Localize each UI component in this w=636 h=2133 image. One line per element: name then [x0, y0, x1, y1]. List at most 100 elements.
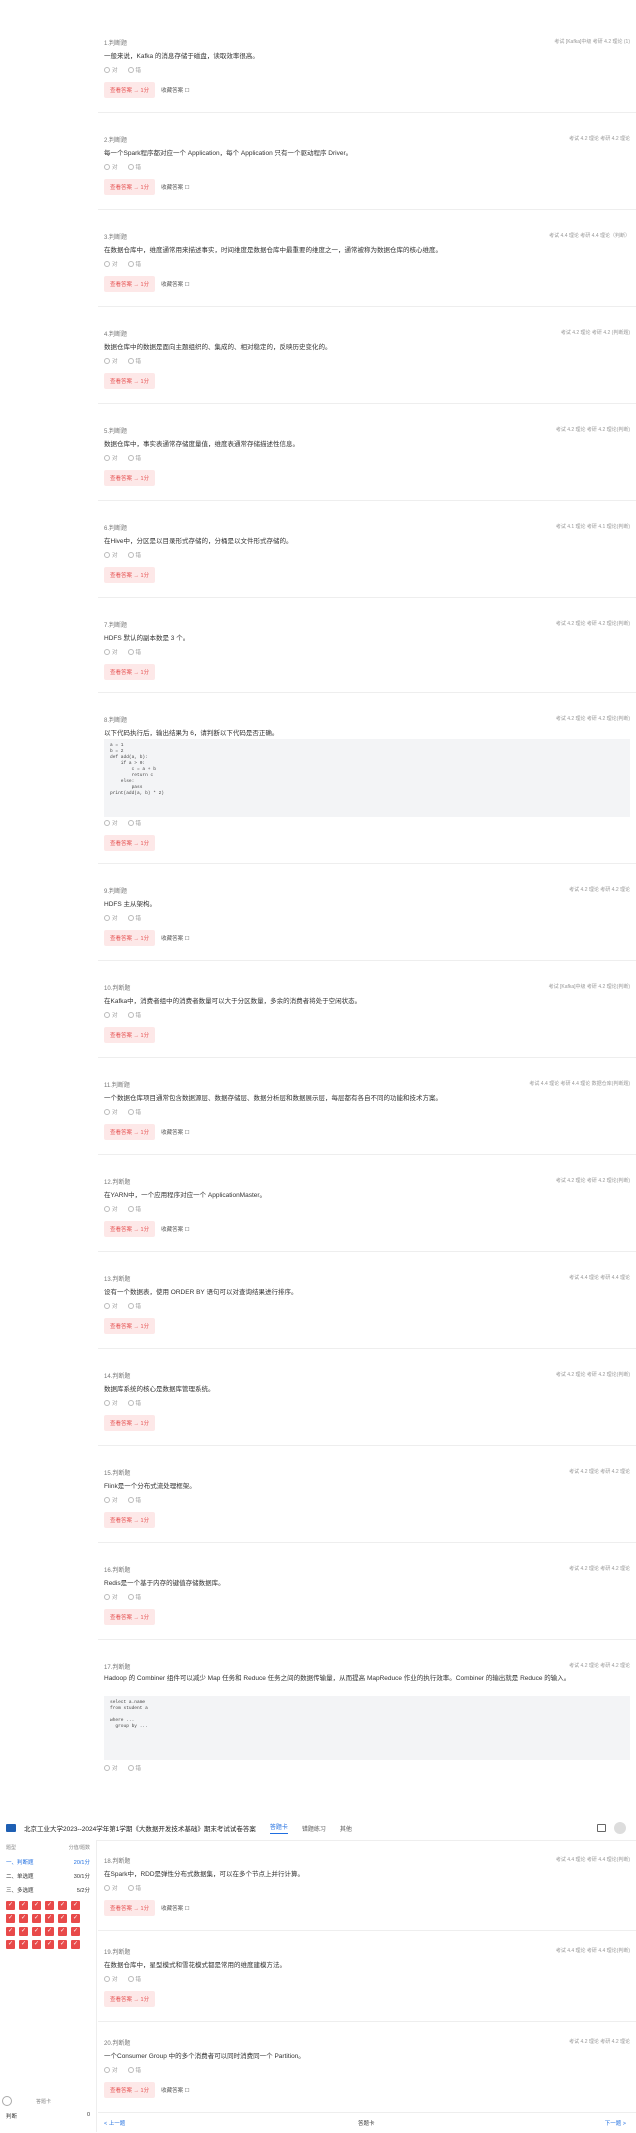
- option-true[interactable]: 对: [104, 819, 118, 827]
- tab-wrong-practice[interactable]: 错题练习: [302, 1824, 326, 1833]
- answer-cell[interactable]: ✓: [19, 1927, 28, 1936]
- prev-question-button[interactable]: < 上一题: [104, 2119, 125, 2127]
- option-true[interactable]: 对: [104, 1108, 118, 1116]
- option-false[interactable]: 错: [127, 1496, 141, 1504]
- answer-cell[interactable]: ✓: [45, 1940, 54, 1949]
- answer-cell[interactable]: ✓: [71, 1927, 80, 1936]
- answer-cell[interactable]: ✓: [6, 1940, 15, 1949]
- option-false[interactable]: 错: [127, 1302, 141, 1310]
- answer-sheet-button[interactable]: 答题卡: [358, 2119, 375, 2127]
- view-answer-button[interactable]: 查看答案 → 1分: [104, 179, 156, 195]
- option-true[interactable]: 对: [104, 1884, 118, 1892]
- answer-cell[interactable]: ✓: [45, 1927, 54, 1936]
- view-answer-button[interactable]: 查看答案 → 1分: [104, 2082, 156, 2098]
- collapse-icon[interactable]: [2, 2096, 12, 2106]
- option-false[interactable]: 错: [127, 454, 141, 462]
- answer-cell[interactable]: ✓: [32, 1901, 41, 1910]
- answer-cell[interactable]: ✓: [19, 1914, 28, 1923]
- option-true[interactable]: 对: [104, 1764, 118, 1772]
- sidebar-item-single[interactable]: 二、单选题 30/1分: [0, 1869, 96, 1883]
- option-true[interactable]: 对: [104, 1593, 118, 1601]
- view-answer-button[interactable]: 查看答案 → 1分: [104, 835, 156, 851]
- view-answer-button[interactable]: 查看答案 → 1分: [104, 276, 156, 292]
- view-answer-button[interactable]: 查看答案 → 1分: [104, 1221, 156, 1237]
- answer-cell[interactable]: ✓: [45, 1914, 54, 1923]
- option-true[interactable]: 对: [104, 66, 118, 74]
- answer-cell[interactable]: ✓: [71, 1914, 80, 1923]
- answer-cell[interactable]: ✓: [58, 1940, 67, 1949]
- option-false[interactable]: 错: [127, 1764, 141, 1772]
- sidebar-footer[interactable]: 判断 0: [0, 2112, 96, 2120]
- option-false[interactable]: 错: [127, 1593, 141, 1601]
- option-false[interactable]: 错: [127, 1011, 141, 1019]
- option-true[interactable]: 对: [104, 2066, 118, 2074]
- answer-cell[interactable]: ✓: [71, 1940, 80, 1949]
- view-answer-button[interactable]: 查看答案 → 1分: [104, 1415, 156, 1431]
- favorite-button[interactable]: 收藏答案 ☐: [161, 1128, 189, 1136]
- option-true[interactable]: 对: [104, 1205, 118, 1213]
- sidebar-item-multi[interactable]: 三、多选题 5/2分: [0, 1883, 96, 1897]
- option-false[interactable]: 错: [127, 1205, 141, 1213]
- answer-cell[interactable]: ✓: [19, 1940, 28, 1949]
- option-false[interactable]: 错: [127, 1884, 141, 1892]
- option-true[interactable]: 对: [104, 551, 118, 559]
- option-true[interactable]: 对: [104, 454, 118, 462]
- next-question-button[interactable]: 下一题 >: [605, 2119, 626, 2127]
- option-false[interactable]: 错: [127, 1975, 141, 1983]
- option-true[interactable]: 对: [104, 1975, 118, 1983]
- answer-cell[interactable]: ✓: [19, 1901, 28, 1910]
- view-answer-button[interactable]: 查看答案 → 1分: [104, 664, 156, 680]
- option-true[interactable]: 对: [104, 1302, 118, 1310]
- view-answer-button[interactable]: 查看答案 → 1分: [104, 1900, 156, 1916]
- view-answer-button[interactable]: 查看答案 → 1分: [104, 930, 156, 946]
- favorite-button[interactable]: 收藏答案 ☐: [161, 86, 189, 94]
- view-answer-button[interactable]: 查看答案 → 1分: [104, 1991, 156, 2007]
- option-true[interactable]: 对: [104, 163, 118, 171]
- favorite-button[interactable]: 收藏答案 ☐: [161, 280, 189, 288]
- answer-cell[interactable]: ✓: [32, 1940, 41, 1949]
- answer-cell[interactable]: ✓: [6, 1927, 15, 1936]
- option-true[interactable]: 对: [104, 914, 118, 922]
- option-false[interactable]: 错: [127, 1108, 141, 1116]
- favorite-button[interactable]: 收藏答案 ☐: [161, 183, 189, 191]
- favorite-button[interactable]: 收藏答案 ☐: [161, 2086, 189, 2094]
- avatar[interactable]: [614, 1822, 626, 1834]
- view-answer-button[interactable]: 查看答案 → 1分: [104, 82, 156, 98]
- answer-cell[interactable]: ✓: [58, 1901, 67, 1910]
- option-false[interactable]: 错: [127, 2066, 141, 2074]
- favorite-button[interactable]: 收藏答案 ☐: [161, 1225, 189, 1233]
- answer-cell[interactable]: ✓: [45, 1901, 54, 1910]
- option-false[interactable]: 错: [127, 1399, 141, 1407]
- option-true[interactable]: 对: [104, 1496, 118, 1504]
- option-true[interactable]: 对: [104, 260, 118, 268]
- sidebar-item-judge[interactable]: 一、判断题 20/1分: [0, 1855, 96, 1869]
- view-answer-button[interactable]: 查看答案 → 1分: [104, 1124, 156, 1140]
- option-true[interactable]: 对: [104, 1399, 118, 1407]
- option-false[interactable]: 错: [127, 551, 141, 559]
- option-false[interactable]: 错: [127, 357, 141, 365]
- answer-cell[interactable]: ✓: [58, 1927, 67, 1936]
- view-answer-button[interactable]: 查看答案 → 1分: [104, 1318, 156, 1334]
- answer-cell[interactable]: ✓: [6, 1901, 15, 1910]
- option-false[interactable]: 错: [127, 163, 141, 171]
- option-false[interactable]: 错: [127, 819, 141, 827]
- answer-cell[interactable]: ✓: [71, 1901, 80, 1910]
- view-answer-button[interactable]: 查看答案 → 1分: [104, 373, 156, 389]
- tab-answer-sheet[interactable]: 答题卡: [269, 1822, 288, 1834]
- view-answer-button[interactable]: 查看答案 → 1分: [104, 1512, 156, 1528]
- favorite-button[interactable]: 收藏答案 ☐: [161, 934, 189, 942]
- view-answer-button[interactable]: 查看答案 → 1分: [104, 1609, 156, 1625]
- answer-cell[interactable]: ✓: [32, 1914, 41, 1923]
- option-true[interactable]: 对: [104, 1011, 118, 1019]
- window-icon[interactable]: [597, 1824, 606, 1832]
- view-answer-button[interactable]: 查看答案 → 1分: [104, 1027, 156, 1043]
- option-false[interactable]: 错: [127, 66, 141, 74]
- tab-other[interactable]: 其他: [340, 1824, 352, 1833]
- option-true[interactable]: 对: [104, 648, 118, 656]
- answer-cell[interactable]: ✓: [58, 1914, 67, 1923]
- option-false[interactable]: 错: [127, 648, 141, 656]
- answer-cell[interactable]: ✓: [6, 1914, 15, 1923]
- view-answer-button[interactable]: 查看答案 → 1分: [104, 470, 156, 486]
- answer-cell[interactable]: ✓: [32, 1927, 41, 1936]
- option-false[interactable]: 错: [127, 914, 141, 922]
